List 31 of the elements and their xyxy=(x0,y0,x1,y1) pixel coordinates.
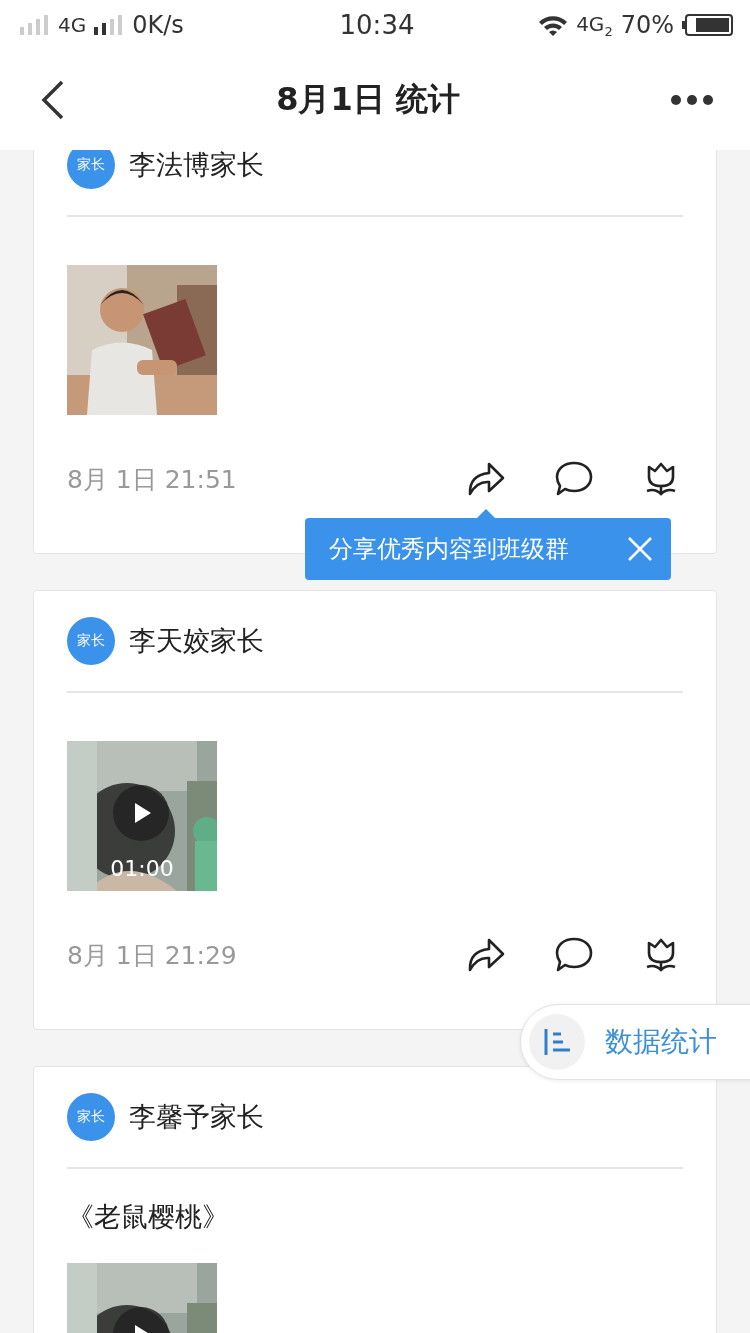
signal-icon xyxy=(20,15,50,35)
network-speed: 0K/s xyxy=(132,11,184,39)
post-text: 《老鼠樱桃》 xyxy=(67,1200,230,1234)
video-duration: 01:00 xyxy=(109,856,175,881)
signal-icon xyxy=(94,15,125,35)
tooltip-text: 分享优秀内容到班级群 xyxy=(329,534,569,565)
clock: 10:34 xyxy=(339,10,415,40)
parent-badge: 家长 xyxy=(67,617,115,665)
wifi-icon xyxy=(538,14,569,36)
share-icon[interactable] xyxy=(467,937,505,973)
battery-icon xyxy=(682,14,734,36)
list-icon xyxy=(543,1028,571,1056)
author-name: 李法博家长 xyxy=(129,150,264,182)
network-label: 4G xyxy=(58,13,87,37)
author-name: 李馨予家长 xyxy=(129,1100,264,1134)
author-name: 李天姣家长 xyxy=(129,624,264,658)
more-icon[interactable] xyxy=(670,94,714,106)
battery-percent: 70% xyxy=(620,11,674,39)
network-label: 4G$_{2}$ xyxy=(576,11,613,39)
share-icon[interactable] xyxy=(467,461,505,497)
page-title: 8月1日 统计 xyxy=(276,79,460,120)
post-time: 8月 1日 21:51 xyxy=(67,463,237,496)
comment-icon[interactable] xyxy=(555,937,593,973)
parent-badge: 家长 xyxy=(67,150,115,189)
back-icon[interactable] xyxy=(40,80,66,120)
comment-icon[interactable] xyxy=(555,461,593,497)
post-time: 8月 1日 21:29 xyxy=(67,939,237,972)
statistics-button[interactable]: 数据统计 xyxy=(520,1004,750,1080)
play-icon[interactable] xyxy=(113,785,169,841)
close-icon[interactable] xyxy=(627,536,653,562)
parent-badge: 家长 xyxy=(67,1093,115,1141)
